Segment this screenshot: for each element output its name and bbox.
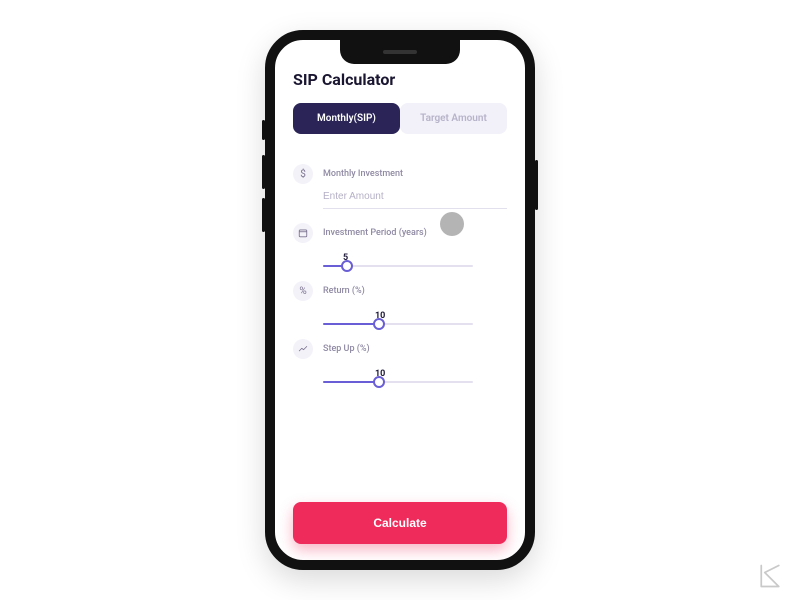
phone-side-button [262, 155, 265, 189]
page-title: SIP Calculator [293, 70, 507, 89]
field-label: Step Up (%) [323, 344, 370, 354]
monthly-investment-input[interactable] [323, 185, 507, 209]
stepup-slider-thumb[interactable] [373, 376, 385, 388]
trend-up-icon [293, 339, 313, 359]
field-label: Return (%) [323, 286, 365, 296]
field-return: % Return (%) 10 [293, 281, 507, 325]
period-slider[interactable]: 5 [323, 253, 507, 267]
percent-icon: % [293, 281, 313, 301]
app-screen: SIP Calculator Monthly(SIP) Target Amoun… [275, 40, 525, 560]
phone-side-button [262, 120, 265, 140]
brand-mark-icon [756, 562, 784, 590]
slider-value-label: 5 [343, 253, 507, 263]
phone-frame: SIP Calculator Monthly(SIP) Target Amoun… [265, 30, 535, 570]
stepup-slider[interactable]: 10 [323, 369, 507, 383]
calculate-button[interactable]: Calculate [293, 502, 507, 544]
phone-side-button [262, 198, 265, 232]
slider-value-label: 10 [375, 311, 507, 321]
tab-monthly-sip[interactable]: Monthly(SIP) [293, 103, 400, 134]
period-slider-thumb[interactable] [341, 260, 353, 272]
dollar-icon: $ [293, 164, 313, 184]
field-label: Monthly Investment [323, 169, 403, 179]
return-slider[interactable]: 10 [323, 311, 507, 325]
field-label: Investment Period (years) [323, 228, 427, 238]
phone-notch [340, 40, 460, 64]
field-monthly-investment: $ Monthly Investment [293, 164, 507, 209]
mode-tabs: Monthly(SIP) Target Amount [293, 103, 507, 134]
slider-value-label: 10 [375, 369, 507, 379]
field-investment-period: Investment Period (years) 5 [293, 223, 507, 267]
calendar-icon [293, 223, 313, 243]
tab-target-amount[interactable]: Target Amount [400, 103, 507, 134]
return-slider-thumb[interactable] [373, 318, 385, 330]
field-step-up: Step Up (%) 10 [293, 339, 507, 383]
phone-side-button [535, 160, 538, 210]
